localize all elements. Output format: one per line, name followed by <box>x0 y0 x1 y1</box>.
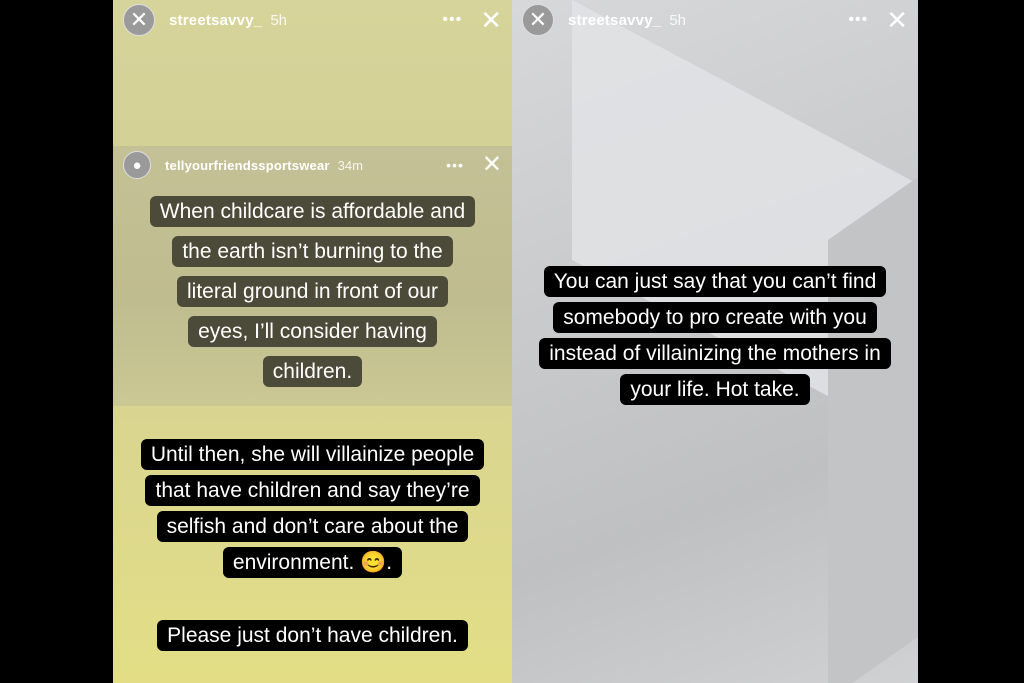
caption-line: You can just say that you can’t find <box>543 266 887 297</box>
story-header: ✕ streetsavvy_ 5h ••• ✕ <box>522 4 908 36</box>
caption-line: your life. Hot take. <box>620 374 810 405</box>
caption: You can just say that you can’t find som… <box>525 264 905 408</box>
caption-line: literal ground in front of our <box>177 276 448 307</box>
caption-line: selfish and don’t care about the <box>156 511 469 542</box>
caption-line: When childcare is affordable and <box>149 196 476 227</box>
embedded-more-options-icon[interactable]: ••• <box>446 157 464 173</box>
caption-2: Until then, she will villainize people t… <box>123 437 503 581</box>
embedded-caption: When childcare is affordable and the ear… <box>133 192 493 392</box>
post-time: 5h <box>669 11 686 29</box>
embedded-story-header: ● tellyourfriendssportswear 34m ••• ✕ <box>123 150 502 180</box>
caption-line: eyes, I’ll consider having <box>188 316 437 347</box>
more-options-icon[interactable]: ••• <box>848 11 868 29</box>
caption-line: somebody to pro create with you <box>553 302 877 333</box>
more-options-icon[interactable]: ••• <box>442 11 462 29</box>
close-icon[interactable]: ✕ <box>886 7 908 33</box>
caption-line: Until then, she will villainize people <box>140 439 485 470</box>
caption-line: that have children and say they’re <box>145 475 480 506</box>
story-left[interactable]: ✕ streetsavvy_ 5h ••• ✕ ● tellyourfriend… <box>113 0 512 683</box>
post-time: 5h <box>270 11 287 29</box>
caption-line: instead of villainizing the mothers in <box>539 338 891 369</box>
caption-line: environment. 😊. <box>222 547 403 578</box>
caption-line: the earth isn’t burning to the <box>172 236 453 267</box>
close-icon[interactable]: ✕ <box>480 7 502 33</box>
username[interactable]: streetsavvy_ <box>169 12 262 29</box>
story-right[interactable]: ✕ streetsavvy_ 5h ••• ✕ You can just say… <box>512 0 918 683</box>
username[interactable]: streetsavvy_ <box>568 12 661 29</box>
caption-line: Please just don’t have children. <box>157 620 468 651</box>
embedded-post-time: 34m <box>337 157 363 173</box>
embedded-username[interactable]: tellyourfriendssportswear <box>165 158 330 173</box>
caption-line: children. <box>262 356 363 387</box>
caption-3: Please just don’t have children. <box>133 616 493 656</box>
wall-corner-background <box>828 148 918 683</box>
avatar-icon[interactable]: ✕ <box>522 4 554 36</box>
embedded-avatar-icon[interactable]: ● <box>123 151 151 179</box>
story-header: ✕ streetsavvy_ 5h ••• ✕ <box>123 4 502 36</box>
embedded-close-icon[interactable]: ✕ <box>482 153 502 177</box>
avatar-icon[interactable]: ✕ <box>123 4 155 36</box>
